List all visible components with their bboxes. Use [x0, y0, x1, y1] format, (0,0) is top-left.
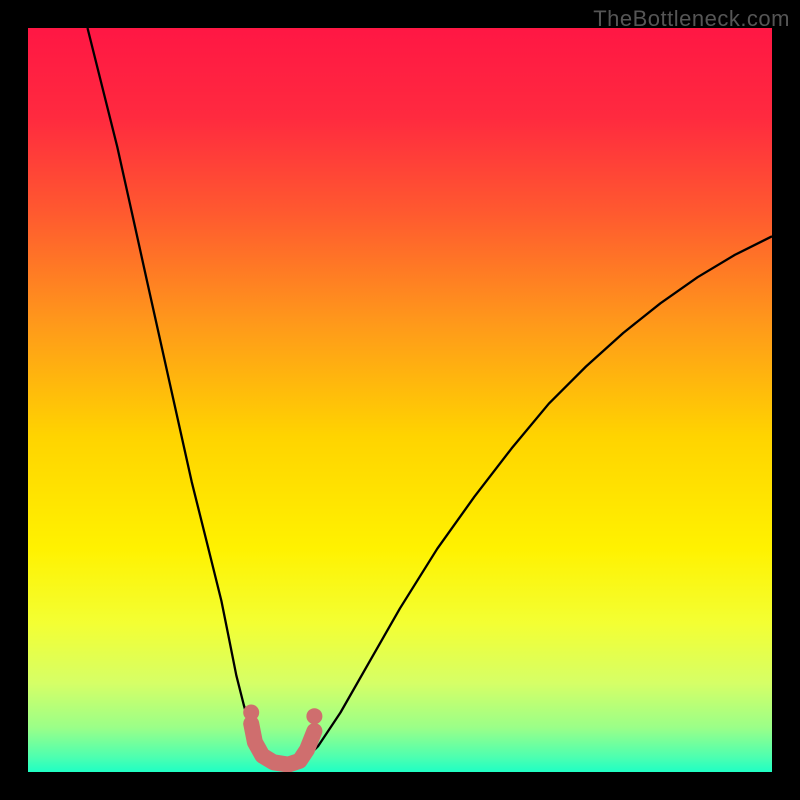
dot-left [243, 705, 259, 721]
dot-right [306, 708, 322, 724]
bottleneck-chart [28, 28, 772, 772]
watermark-text: TheBottleneck.com [593, 6, 790, 32]
chart-background [28, 28, 772, 772]
chart-frame [28, 28, 772, 772]
